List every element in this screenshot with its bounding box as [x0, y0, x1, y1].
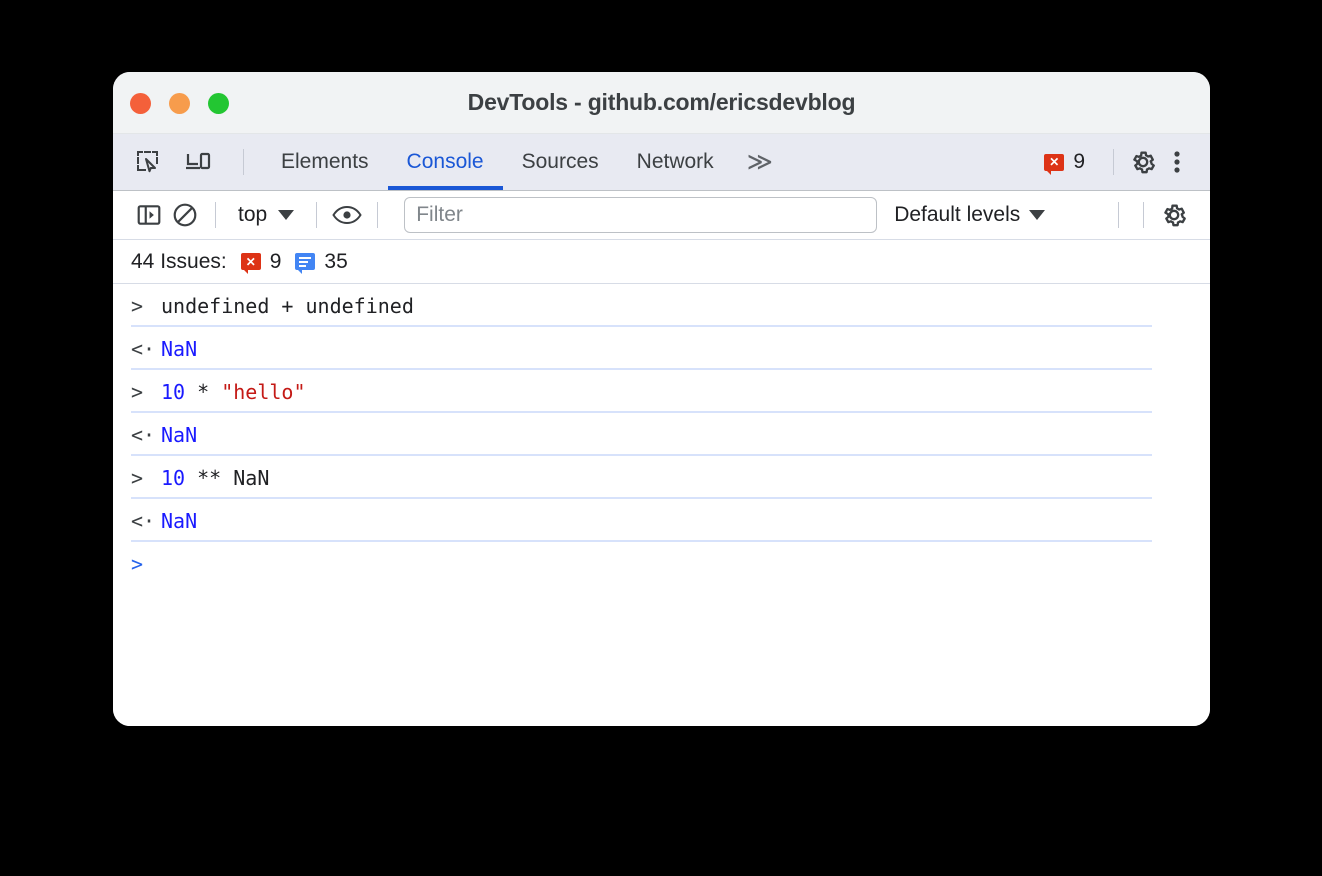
issues-bar[interactable]: 44 Issues: ✕ 9 35 — [113, 240, 1210, 284]
sidebar-panel-icon[interactable] — [131, 197, 167, 233]
token-punct: * — [185, 379, 222, 404]
console-output-area[interactable]: > undefined + undefined <· NaN >10 * "hello"… — [113, 284, 1210, 726]
console-row-text: 10 * "hello" — [161, 380, 306, 404]
token-str: "hello" — [221, 379, 306, 404]
token-result: NaN — [161, 336, 198, 361]
console-log-row: >10 * "hello" — [113, 370, 1210, 413]
window-titlebar: DevTools - github.com/ericsdevblog — [113, 72, 1210, 134]
tabbar-right-divider — [1113, 149, 1114, 175]
result-arrow-icon: <· — [131, 336, 156, 361]
panel-tabs: Elements Console Sources Network ≫ — [262, 134, 787, 190]
console-toolbar-divider-3 — [377, 202, 379, 228]
prompt-arrow-icon: > — [131, 551, 144, 576]
tabbar-right-controls: ✕ 9 — [1044, 145, 1210, 179]
console-log-row: <· NaN — [113, 327, 1210, 370]
prompt-arrow-icon: > — [131, 465, 144, 490]
live-expression-eye-icon[interactable] — [329, 197, 365, 233]
chevron-down-icon — [278, 210, 295, 220]
console-log-row: <· NaN — [113, 413, 1210, 456]
console-row-text: NaN — [161, 423, 197, 447]
console-log-row: >10 ** NaN — [113, 456, 1210, 499]
result-arrow-icon: <· — [131, 508, 156, 533]
devtools-tabbar: Elements Console Sources Network ≫ ✕ 9 — [113, 134, 1210, 191]
screenshot-stage: DevTools - github.com/ericsdevblog Eleme… — [0, 0, 1322, 876]
console-log-row: <· NaN — [113, 499, 1210, 542]
kebab-menu-icon[interactable] — [1160, 145, 1194, 179]
log-levels-dropdown[interactable]: Default levels — [894, 203, 1046, 227]
tabbar-left-icons — [113, 145, 256, 179]
prompt-arrow-icon: > — [131, 293, 144, 318]
console-row-text: 10 ** NaN — [161, 466, 269, 490]
issues-error-count: 9 — [269, 249, 282, 273]
console-log-row: > undefined + undefined — [113, 284, 1210, 327]
token-result: NaN — [161, 422, 198, 447]
issues-info-chip[interactable]: 35 — [295, 249, 348, 274]
window-title: DevTools - github.com/ericsdevblog — [467, 89, 856, 115]
clear-console-icon[interactable] — [167, 197, 203, 233]
device-toolbar-icon[interactable] — [181, 145, 215, 179]
info-bubble-icon — [295, 253, 316, 274]
error-bubble-icon: ✕ — [1044, 153, 1065, 175]
console-toolbar-right — [1106, 197, 1192, 233]
console-toolbar-divider-4 — [1118, 202, 1119, 228]
prompt-arrow-icon: > — [131, 379, 144, 404]
error-count-chip[interactable]: ✕ 9 — [1044, 150, 1101, 175]
devtools-window: DevTools - github.com/ericsdevblog Eleme… — [113, 72, 1210, 726]
console-settings-gear-icon[interactable] — [1156, 197, 1192, 233]
console-toolbar-divider-2 — [316, 202, 318, 228]
console-row-text: NaN — [161, 337, 197, 361]
token-result: NaN — [161, 508, 198, 533]
tabbar-divider — [243, 149, 244, 175]
token-num: 10 — [161, 379, 186, 404]
more-tabs-chevron-icon[interactable]: ≫ — [733, 134, 787, 190]
tab-sources[interactable]: Sources — [503, 134, 618, 190]
tab-console[interactable]: Console — [387, 134, 503, 190]
console-row-text: NaN — [161, 509, 197, 533]
token-plain: undefined + undefined — [161, 293, 414, 318]
result-arrow-icon: <· — [131, 422, 156, 447]
token-plain: NaN — [233, 465, 270, 490]
console-toolbar-divider-5 — [1143, 202, 1144, 228]
console-toolbar-divider-1 — [215, 202, 216, 228]
token-num: 10 — [161, 465, 186, 490]
execution-context-dropdown[interactable]: top — [228, 203, 304, 227]
tab-elements[interactable]: Elements — [262, 134, 388, 190]
console-prompt-row[interactable]: > — [113, 542, 1210, 585]
issues-count-label: 44 Issues: — [131, 249, 227, 273]
error-bubble-icon: ✕ — [240, 253, 261, 274]
issues-error-chip[interactable]: ✕ 9 — [240, 249, 282, 274]
inspect-element-icon[interactable] — [131, 145, 165, 179]
token-punct: ** — [185, 465, 234, 490]
console-row-text: undefined + undefined — [161, 294, 414, 318]
log-levels-label: Default levels — [894, 203, 1021, 226]
chevron-down-icon — [1029, 210, 1046, 220]
gear-icon[interactable] — [1126, 145, 1160, 179]
execution-context-label: top — [238, 203, 268, 226]
issues-info-count: 35 — [324, 249, 348, 273]
error-count-label: 9 — [1073, 150, 1085, 173]
filter-input[interactable] — [404, 197, 878, 233]
tab-network[interactable]: Network — [618, 134, 733, 190]
console-toolbar: top Default levels — [113, 191, 1210, 240]
